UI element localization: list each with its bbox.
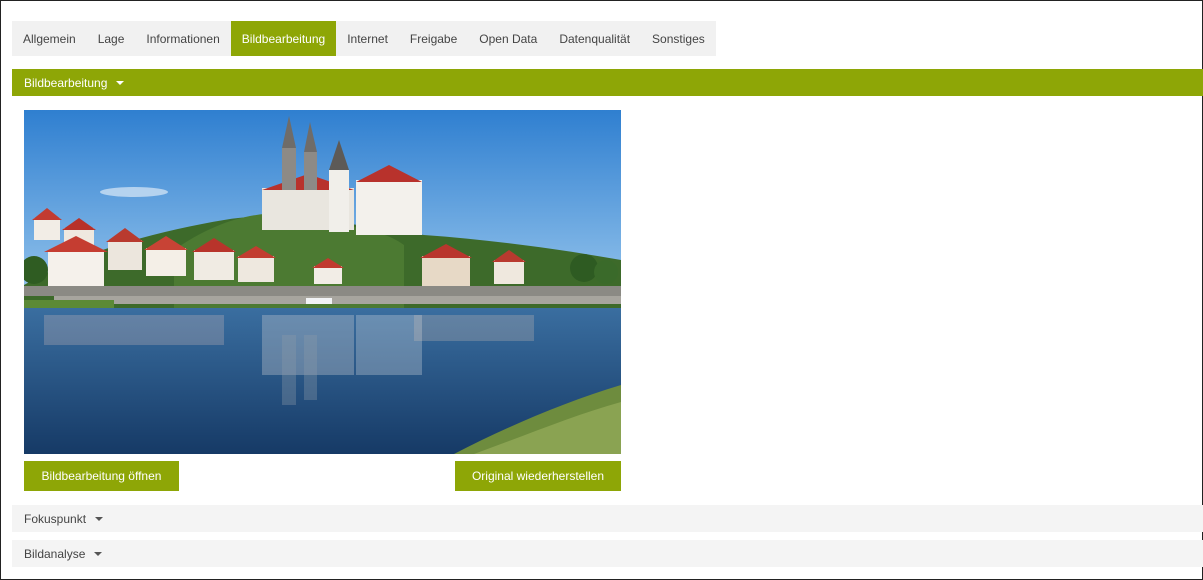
image-preview	[24, 110, 621, 454]
tab-open-data[interactable]: Open Data	[468, 21, 548, 56]
image-analysis-section-header[interactable]: Bildanalyse	[12, 540, 1203, 567]
open-image-editor-button[interactable]: Bildbearbeitung öffnen	[24, 461, 179, 491]
tab-lage[interactable]: Lage	[87, 21, 136, 56]
tab-informationen[interactable]: Informationen	[135, 21, 230, 56]
caret-down-icon	[95, 516, 104, 521]
tab-internet[interactable]: Internet	[336, 21, 399, 56]
focus-point-label: Fokuspunkt	[24, 511, 87, 526]
tab-bildbearbeitung[interactable]: Bildbearbeitung	[230, 21, 337, 56]
focus-point-section-header[interactable]: Fokuspunkt	[12, 505, 1203, 532]
tab-sonstiges[interactable]: Sonstiges	[641, 21, 716, 56]
panel-title: Bildbearbeitung	[24, 75, 108, 90]
tab-freigabe[interactable]: Freigabe	[399, 21, 468, 56]
caret-down-icon	[116, 80, 125, 85]
tab-allgemein[interactable]: Allgemein	[12, 21, 87, 56]
restore-original-button[interactable]: Original wiederherstellen	[455, 461, 621, 491]
image-editing-panel-header[interactable]: Bildbearbeitung	[12, 69, 1203, 96]
image-analysis-label: Bildanalyse	[24, 546, 86, 561]
tab-datenqualitaet[interactable]: Datenqualität	[548, 21, 641, 56]
caret-down-icon	[94, 551, 103, 556]
tab-bar: Allgemein Lage Informationen Bildbearbei…	[12, 21, 716, 56]
